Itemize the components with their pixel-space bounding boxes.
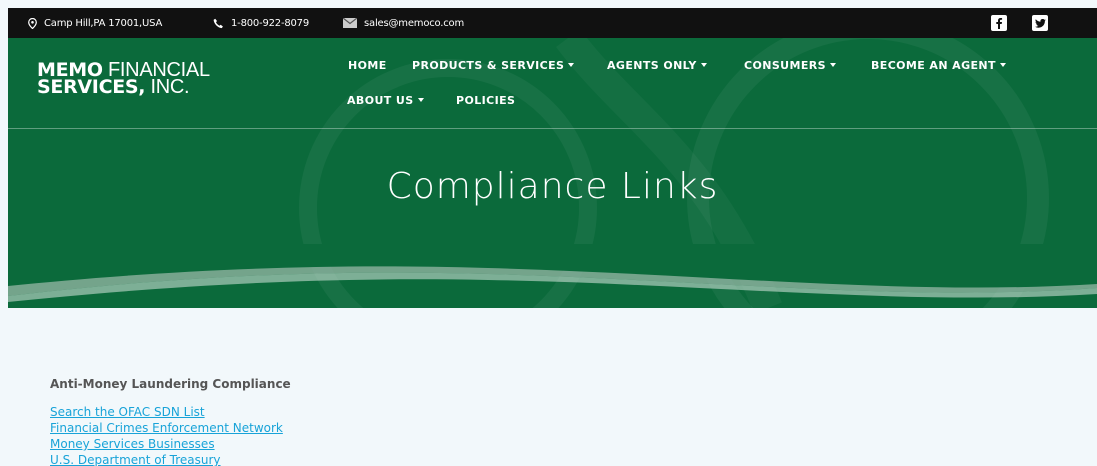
section-heading: Anti-Money Laundering Compliance xyxy=(50,377,291,391)
nav-about-us[interactable]: ABOUT US xyxy=(347,94,424,107)
address-text: Camp Hill,PA 17001,USA xyxy=(44,17,163,29)
nav-consumers[interactable]: CONSUMERS xyxy=(744,59,836,72)
chevron-down-icon xyxy=(999,63,1006,67)
hero-wave-divider xyxy=(8,244,1097,302)
page: Camp Hill,PA 17001,USA 1-800-922-8079 sa… xyxy=(8,8,1097,466)
address-info: Camp Hill,PA 17001,USA xyxy=(28,8,162,38)
chevron-down-icon xyxy=(568,63,575,67)
nav-products-services[interactable]: PRODUCTS & SERVICES xyxy=(412,59,575,72)
nav-agents-only[interactable]: AGENTS ONLY xyxy=(607,59,707,72)
link-treasury[interactable]: U.S. Department of Treasury xyxy=(50,453,221,466)
email-info[interactable]: sales@memoco.com xyxy=(343,8,464,38)
chevron-down-icon xyxy=(829,63,836,67)
top-info-bar: Camp Hill,PA 17001,USA 1-800-922-8079 sa… xyxy=(8,8,1097,38)
twitter-button[interactable] xyxy=(1032,15,1048,31)
nav-become-agent[interactable]: BECOME AN AGENT xyxy=(871,59,1006,72)
facebook-button[interactable] xyxy=(991,15,1007,31)
site-logo[interactable]: MEMO FINANCIAL SERVICES, INC. xyxy=(37,60,210,97)
chevron-down-icon xyxy=(700,63,707,67)
phone-icon xyxy=(213,18,223,28)
envelope-icon xyxy=(343,18,357,28)
nav-home[interactable]: HOME xyxy=(348,59,387,72)
map-pin-icon xyxy=(28,17,37,29)
link-msb[interactable]: Money Services Businesses xyxy=(50,437,215,451)
email-text[interactable]: sales@memoco.com xyxy=(364,18,464,29)
page-title: Compliance Links xyxy=(386,166,719,207)
link-ofac-sdn[interactable]: Search the OFAC SDN List xyxy=(50,405,205,419)
facebook-icon xyxy=(996,18,1003,29)
link-fincen[interactable]: Financial Crimes Enforcement Network xyxy=(50,421,283,435)
header-divider xyxy=(8,128,1097,129)
chevron-down-icon xyxy=(417,98,424,102)
phone-text[interactable]: 1-800-922-8079 xyxy=(231,18,309,29)
nav-policies[interactable]: POLICIES xyxy=(456,94,515,107)
phone-info[interactable]: 1-800-922-8079 xyxy=(213,8,309,38)
twitter-icon xyxy=(1034,18,1046,28)
